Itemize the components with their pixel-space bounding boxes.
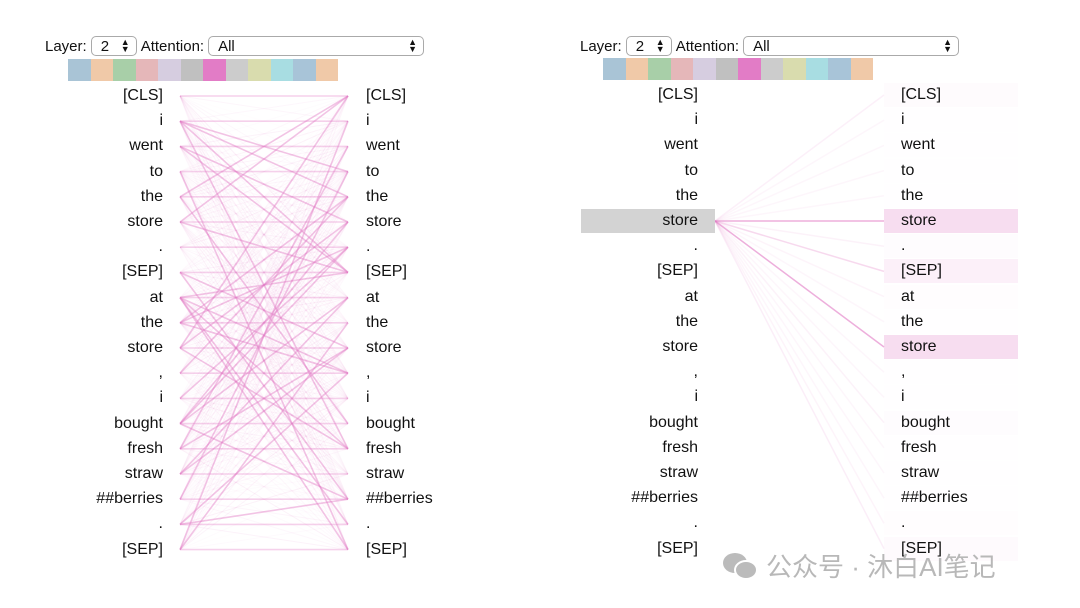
- source-token[interactable]: to: [150, 159, 163, 184]
- target-token[interactable]: fresh: [901, 435, 937, 460]
- target-token[interactable]: straw: [901, 460, 939, 485]
- source-token[interactable]: straw: [660, 460, 698, 485]
- source-token[interactable]: to: [685, 158, 698, 183]
- target-token[interactable]: the: [366, 184, 388, 209]
- source-token[interactable]: i: [159, 385, 163, 410]
- target-token[interactable]: at: [366, 285, 379, 310]
- source-token[interactable]: went: [129, 133, 163, 158]
- watermark-text: 公众号 · 沐白AI笔记: [766, 552, 996, 582]
- attention-view-right: Layer: 2 ▲ ▼ Attention: All ▲ ▼ [CLS] [CLS] i i w…: [535, 0, 1035, 608]
- attention-line: [714, 94, 885, 222]
- target-token[interactable]: to: [366, 159, 379, 184]
- target-token[interactable]: at: [901, 284, 914, 309]
- source-token[interactable]: [SEP]: [122, 537, 163, 562]
- source-token[interactable]: ##berries: [631, 485, 698, 510]
- source-token[interactable]: i: [694, 107, 698, 132]
- source-token[interactable]: store: [662, 208, 698, 233]
- attention-line: [714, 169, 885, 222]
- source-token[interactable]: [SEP]: [122, 259, 163, 284]
- target-token[interactable]: ##berries: [366, 486, 433, 511]
- target-token[interactable]: the: [366, 310, 388, 335]
- attention-line: [714, 220, 885, 348]
- source-token[interactable]: fresh: [127, 436, 163, 461]
- target-token[interactable]: [SEP]: [366, 537, 407, 562]
- target-token[interactable]: store: [901, 334, 937, 359]
- source-token[interactable]: the: [676, 309, 698, 334]
- target-token[interactable]: ,: [366, 360, 370, 385]
- attention-lines: [179, 95, 349, 551]
- source-token[interactable]: i: [694, 384, 698, 409]
- target-token[interactable]: store: [366, 335, 402, 360]
- target-token[interactable]: [SEP]: [366, 259, 407, 284]
- source-token[interactable]: [SEP]: [657, 258, 698, 283]
- source-token[interactable]: store: [662, 334, 698, 359]
- target-token[interactable]: store: [901, 208, 937, 233]
- source-token[interactable]: at: [685, 284, 698, 309]
- target-token[interactable]: [SEP]: [901, 258, 942, 283]
- target-token[interactable]: ##berries: [901, 485, 968, 510]
- attention-line: [714, 220, 885, 373]
- target-token[interactable]: the: [901, 309, 923, 334]
- source-token[interactable]: bought: [114, 411, 163, 436]
- attention-line: [714, 119, 885, 222]
- source-token[interactable]: store: [127, 209, 163, 234]
- target-token[interactable]: fresh: [366, 436, 402, 461]
- target-token[interactable]: .: [901, 510, 905, 535]
- target-token[interactable]: [CLS]: [901, 82, 941, 107]
- target-token[interactable]: went: [901, 132, 935, 157]
- wechat-icon: [723, 552, 758, 580]
- attention-line: [714, 220, 885, 549]
- target-token[interactable]: i: [901, 107, 905, 132]
- source-token[interactable]: the: [141, 310, 163, 335]
- source-token[interactable]: [CLS]: [658, 82, 698, 107]
- target-token[interactable]: to: [901, 158, 914, 183]
- target-token[interactable]: .: [366, 234, 370, 259]
- source-token[interactable]: straw: [125, 461, 163, 486]
- target-token[interactable]: bought: [366, 411, 415, 436]
- attention-line: [714, 195, 885, 222]
- source-token[interactable]: i: [159, 108, 163, 133]
- source-token[interactable]: at: [150, 285, 163, 310]
- target-token[interactable]: [CLS]: [366, 83, 406, 108]
- target-token[interactable]: .: [366, 511, 370, 536]
- target-token[interactable]: went: [366, 133, 400, 158]
- target-token[interactable]: straw: [366, 461, 404, 486]
- target-token[interactable]: store: [366, 209, 402, 234]
- target-token[interactable]: the: [901, 183, 923, 208]
- attention-line: [714, 144, 885, 222]
- attention-line: [714, 220, 885, 524]
- source-token[interactable]: bought: [649, 410, 698, 435]
- target-token[interactable]: i: [366, 108, 370, 133]
- attention-line: [714, 220, 885, 499]
- target-token[interactable]: i: [366, 385, 370, 410]
- source-token[interactable]: .: [159, 234, 163, 259]
- target-token[interactable]: bought: [901, 410, 950, 435]
- attention-view-left: Layer: 2 ▲ ▼ Attention: All ▲ ▼ [CLS] [CLS] i i w…: [0, 0, 500, 608]
- source-token[interactable]: the: [676, 183, 698, 208]
- source-token[interactable]: ,: [694, 359, 698, 384]
- source-token[interactable]: ##berries: [96, 486, 163, 511]
- attention-line: [714, 220, 885, 449]
- source-token[interactable]: store: [127, 335, 163, 360]
- target-token[interactable]: .: [901, 233, 905, 258]
- source-token[interactable]: .: [694, 510, 698, 535]
- source-token[interactable]: [CLS]: [123, 83, 163, 108]
- target-token[interactable]: i: [901, 384, 905, 409]
- target-token[interactable]: ,: [901, 359, 905, 384]
- source-token[interactable]: the: [141, 184, 163, 209]
- attention-line: [714, 220, 885, 247]
- source-token[interactable]: [SEP]: [657, 536, 698, 561]
- source-token[interactable]: fresh: [662, 435, 698, 460]
- watermark: 公众号 · 沐白AI笔记: [722, 547, 996, 584]
- source-token[interactable]: .: [159, 511, 163, 536]
- source-token[interactable]: ,: [159, 360, 163, 385]
- attention-line: [714, 220, 885, 424]
- source-token[interactable]: .: [694, 233, 698, 258]
- source-token[interactable]: went: [664, 132, 698, 157]
